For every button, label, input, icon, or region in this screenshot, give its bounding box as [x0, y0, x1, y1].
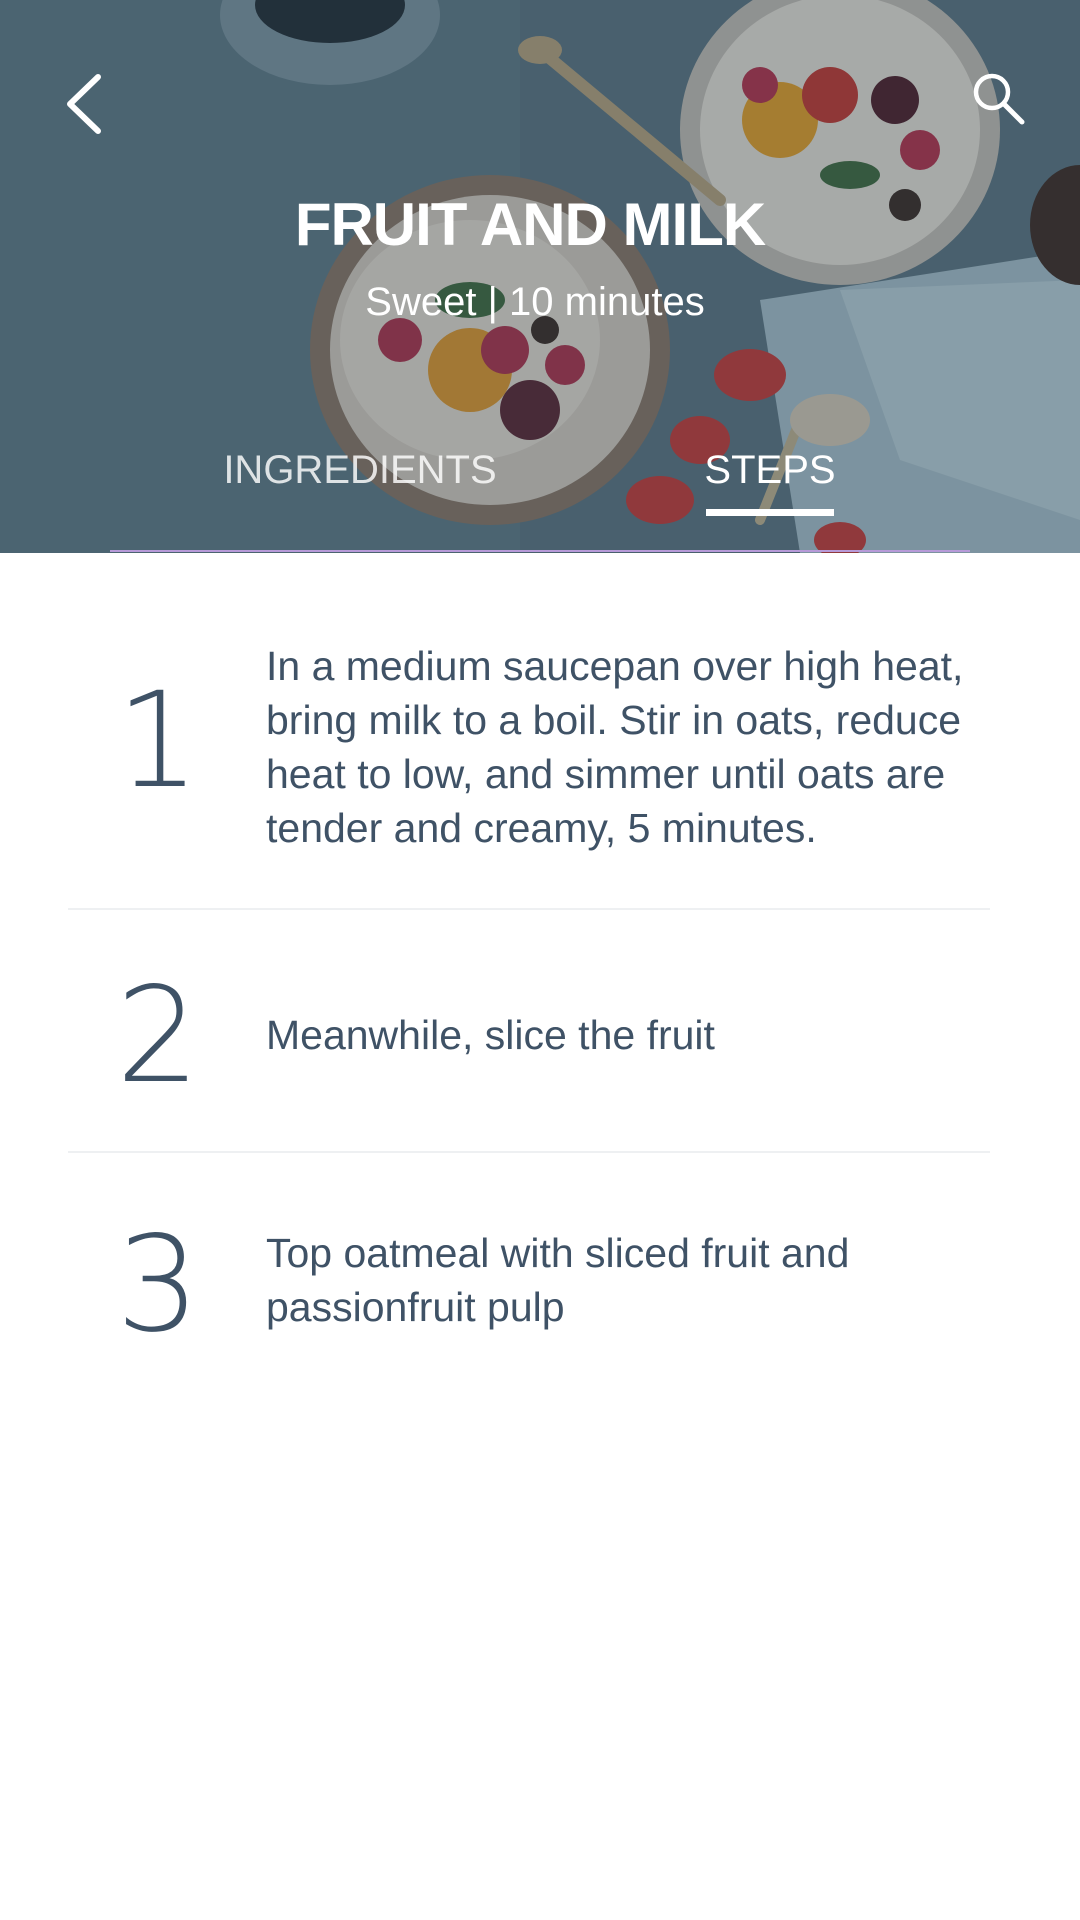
step-number: 3: [116, 1208, 200, 1362]
search-button[interactable]: [954, 54, 1042, 142]
step-text: Top oatmeal with sliced fruit and passio…: [266, 1230, 850, 1330]
active-tab-indicator: [706, 509, 834, 516]
chevron-left-icon: [67, 74, 101, 134]
recipe-title: FRUIT AND MILK: [294, 191, 766, 258]
step-number: 2: [116, 959, 200, 1113]
recipe-subtitle: Sweet | 10 minutes: [365, 280, 705, 324]
tab-steps[interactable]: STEPS: [700, 448, 840, 518]
search-icon: [973, 73, 1025, 125]
step-number: 1: [116, 664, 200, 818]
step-text: Meanwhile, slice the fruit: [266, 1012, 715, 1058]
recipe-hero: FRUIT AND MILK Sweet | 10 minutes INGRED…: [0, 0, 1080, 553]
list-item: 2 Meanwhile, slice the fruit: [68, 910, 990, 1153]
list-item: 1 In a medium saucepan over high heat, b…: [68, 553, 990, 910]
step-text: In a medium saucepan over high heat, bri…: [266, 643, 964, 851]
back-button[interactable]: [40, 60, 128, 148]
list-item: 3 Top oatmeal with sliced fruit and pass…: [68, 1153, 990, 1373]
recipe-screen: FRUIT AND MILK Sweet | 10 minutes INGRED…: [0, 0, 1080, 1920]
hero-overlay: [0, 0, 1080, 553]
hero-bottom-line: [110, 550, 970, 552]
tab-ingredients[interactable]: INGREDIENTS: [200, 448, 520, 518]
